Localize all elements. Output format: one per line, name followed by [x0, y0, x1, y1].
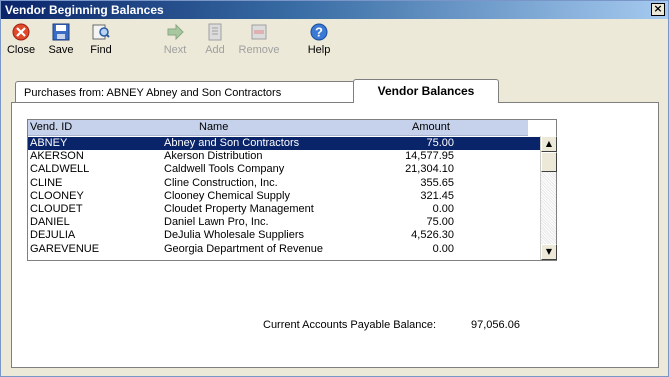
tab-vendor-balances[interactable]: Vendor Balances: [353, 79, 499, 104]
next-label: Next: [163, 44, 187, 56]
table-row[interactable]: DANIEL Daniel Lawn Pro, Inc. 75.00: [28, 216, 540, 229]
window-close-icon[interactable]: ×: [651, 3, 665, 16]
cell-name: Caldwell Tools Company: [164, 163, 285, 176]
cell-amount[interactable]: 75.00: [426, 137, 454, 150]
cell-amount[interactable]: 0.00: [433, 243, 454, 256]
table-row[interactable]: CALDWELL Caldwell Tools Company 21,304.1…: [28, 163, 540, 176]
cell-name: Daniel Lawn Pro, Inc.: [164, 216, 269, 229]
next-icon: [167, 23, 184, 41]
cell-vend-id: ABNEY: [30, 137, 68, 149]
cell-name: Cline Construction, Inc.: [164, 176, 278, 189]
remove-button[interactable]: Remove: [237, 22, 281, 64]
cell-amount[interactable]: 21,304.10: [405, 163, 454, 176]
toolbar: Close Save Find Next Add Remove ? Help: [1, 19, 668, 69]
cell-name: Akerson Distribution: [164, 150, 263, 163]
close-icon: [12, 23, 30, 41]
header-name[interactable]: Name: [199, 121, 228, 133]
grid-header: Vend. ID Name Amount: [28, 120, 528, 136]
find-label: Find: [90, 44, 112, 56]
header-vend-id[interactable]: Vend. ID: [30, 121, 72, 133]
table-row[interactable]: GAREVENUE Georgia Department of Revenue …: [28, 243, 540, 256]
table-row[interactable]: DEJULIA DeJulia Wholesale Suppliers 4,52…: [28, 229, 540, 242]
tab-purchases[interactable]: Purchases from: ABNEY Abney and Son Cont…: [15, 81, 355, 102]
cell-vend-id: CLOUDET: [30, 202, 83, 215]
window-title: Vendor Beginning Balances: [5, 3, 164, 17]
cell-vend-id: GAREVENUE: [30, 242, 100, 255]
help-icon: ?: [310, 23, 328, 41]
cell-name: Cloudet Property Management: [164, 202, 314, 215]
save-label: Save: [48, 44, 74, 56]
header-amount[interactable]: Amount: [412, 121, 450, 133]
cell-vend-id: CLOONEY: [30, 189, 84, 202]
table-row[interactable]: AKERSON Akerson Distribution 14,577.95: [28, 150, 540, 163]
add-label: Add: [205, 44, 225, 56]
cell-vend-id: CALDWELL: [30, 163, 90, 176]
cell-vend-id: DEJULIA: [30, 229, 76, 242]
cell-name: Georgia Department of Revenue: [164, 242, 323, 255]
cell-name: Clooney Chemical Supply: [164, 189, 290, 202]
find-button[interactable]: Find: [83, 22, 119, 64]
tab-vendor-balances-label: Vendor Balances: [377, 84, 475, 98]
save-icon: [52, 23, 70, 41]
scroll-thumb[interactable]: [541, 152, 557, 172]
table-row[interactable]: CLINE Cline Construction, Inc. 355.65: [28, 177, 540, 190]
next-button[interactable]: Next: [157, 22, 193, 64]
scroll-down-icon[interactable]: ▼: [541, 244, 557, 260]
ap-balance-value: 97,056.06: [471, 319, 520, 331]
cell-amount[interactable]: 321.45: [420, 190, 454, 203]
svg-text:?: ?: [315, 25, 323, 40]
grid-scrollbar[interactable]: ▲ ▼: [540, 136, 557, 260]
cell-amount[interactable]: 355.65: [420, 177, 454, 190]
help-button[interactable]: ? Help: [301, 22, 337, 64]
cell-name: DeJulia Wholesale Suppliers: [164, 229, 305, 242]
close-label: Close: [6, 44, 36, 56]
remove-icon: [251, 24, 267, 40]
help-label: Help: [307, 44, 331, 56]
ap-balance-label: Current Accounts Payable Balance:: [263, 319, 437, 331]
table-row[interactable]: ABNEY Abney and Son Contractors 75.00: [28, 137, 540, 151]
close-button[interactable]: Close: [3, 22, 39, 64]
vendor-balances-window: Vendor Beginning Balances × Close Save F…: [0, 0, 669, 377]
add-icon: [208, 23, 222, 41]
cell-name: Abney and Son Contractors: [164, 137, 300, 149]
cell-amount[interactable]: 4,526.30: [411, 229, 454, 242]
cell-vend-id: AKERSON: [30, 150, 84, 163]
scroll-up-icon[interactable]: ▲: [541, 136, 557, 152]
vendor-balance-grid[interactable]: Vend. ID Name Amount ABNEY Abney and Son…: [27, 119, 557, 261]
find-icon: [92, 24, 110, 40]
remove-label: Remove: [238, 44, 280, 56]
title-bar: Vendor Beginning Balances ×: [1, 1, 668, 19]
add-button[interactable]: Add: [197, 22, 233, 64]
grid-rows: ABNEY Abney and Son Contractors 75.00 AK…: [28, 137, 540, 256]
cell-vend-id: CLINE: [30, 176, 63, 189]
table-row[interactable]: CLOUDET Cloudet Property Management 0.00: [28, 203, 540, 216]
tab-purchases-label: Purchases from: ABNEY Abney and Son Cont…: [24, 87, 282, 99]
cell-amount[interactable]: 75.00: [426, 216, 454, 229]
cell-amount[interactable]: 0.00: [433, 203, 454, 216]
cell-vend-id: DANIEL: [30, 216, 70, 229]
save-button[interactable]: Save: [43, 22, 79, 64]
cell-amount[interactable]: 14,577.95: [405, 150, 454, 163]
table-row[interactable]: CLOONEY Clooney Chemical Supply 321.45: [28, 190, 540, 203]
